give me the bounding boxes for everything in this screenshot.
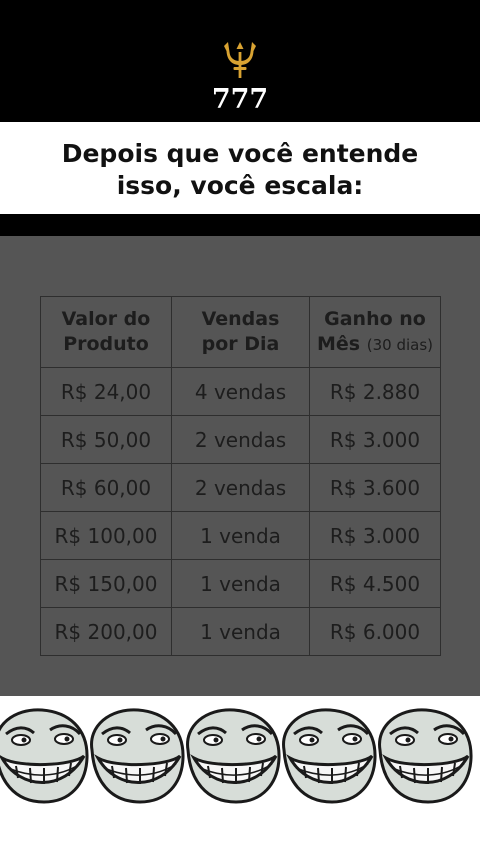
table-row: R$ 60,00 2 vendas R$ 3.600	[40, 463, 441, 512]
column-header-ganho: Ganho no Mês (30 dias)	[309, 296, 441, 368]
table-row: R$ 50,00 2 vendas R$ 3.000	[40, 415, 441, 464]
table-row: R$ 100,00 1 venda R$ 3.000	[40, 511, 441, 560]
cell-vendas: 4 vendas	[171, 367, 310, 416]
trident-icon	[0, 40, 480, 84]
troll-face-icon	[186, 708, 281, 804]
troll-face-icon	[0, 708, 89, 804]
table-row: R$ 200,00 1 venda R$ 6.000	[40, 607, 441, 656]
divider-band	[0, 214, 480, 236]
troll-face-icon	[90, 708, 185, 804]
cell-vendas: 1 venda	[171, 511, 310, 560]
cell-valor: R$ 60,00	[40, 463, 172, 512]
cell-vendas: 2 vendas	[171, 415, 310, 464]
troll-face-icon	[378, 708, 473, 804]
cell-ganho: R$ 3.000	[309, 415, 441, 464]
caption-text: Depois que você entende isso, você escal…	[20, 138, 460, 202]
cell-valor: R$ 24,00	[40, 367, 172, 416]
cell-vendas: 2 vendas	[171, 463, 310, 512]
table-row: R$ 150,00 1 venda R$ 4.500	[40, 559, 441, 608]
cell-valor: R$ 150,00	[40, 559, 172, 608]
cell-ganho: R$ 2.880	[309, 367, 441, 416]
cell-valor: R$ 50,00	[40, 415, 172, 464]
caption-line-1: Depois que você entende	[61, 139, 419, 168]
cell-ganho: R$ 6.000	[309, 607, 441, 656]
brand-title: 777	[211, 84, 269, 115]
cell-valor: R$ 100,00	[40, 511, 172, 560]
cell-vendas: 1 venda	[171, 607, 310, 656]
cell-vendas: 1 venda	[171, 559, 310, 608]
troll-face-icon	[282, 708, 377, 804]
column-header-valor: Valor do Produto	[40, 296, 172, 368]
table-header-row: Valor do Produto Vendas por Dia Ganho no…	[40, 296, 441, 368]
column-header-vendas: Vendas por Dia	[171, 296, 310, 368]
cell-ganho: R$ 4.500	[309, 559, 441, 608]
sales-table: Valor do Produto Vendas por Dia Ganho no…	[40, 296, 441, 656]
caption-line-2: isso, você escala:	[116, 171, 364, 200]
cell-ganho: R$ 3.000	[309, 511, 441, 560]
cell-ganho: R$ 3.600	[309, 463, 441, 512]
cell-valor: R$ 200,00	[40, 607, 172, 656]
table-row: R$ 24,00 4 vendas R$ 2.880	[40, 367, 441, 416]
troll-face-row	[0, 708, 473, 804]
